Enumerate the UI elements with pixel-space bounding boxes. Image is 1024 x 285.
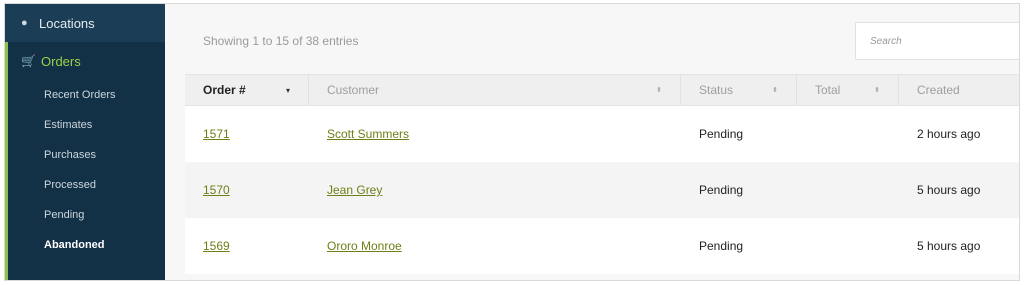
orders-table: Order # ▾ Customer ⬍ Status ⬍ Total ⬍ Cr… [185,74,1019,274]
column-label: Total [815,83,841,97]
sort-desc-icon: ▾ [285,85,290,95]
created-cell: 5 hours ago [917,239,981,253]
sort-icon: ⬍ [874,87,880,94]
table-row: 1571 Scott Summers Pending 2 hours ago [185,106,1019,162]
main-content: Showing 1 to 15 of 38 entries Search Ord… [165,4,1019,280]
created-cell: 5 hours ago [917,183,981,197]
sidebar-item-purchases[interactable]: Purchases [8,140,165,170]
status-cell: Pending [699,183,744,197]
column-header-order[interactable]: Order # ▾ [185,75,309,105]
order-link[interactable]: 1571 [203,127,230,141]
sidebar-item-recent-orders[interactable]: Recent Orders [8,80,165,110]
order-link[interactable]: 1570 [203,183,230,197]
status-cell: Pending [699,239,744,253]
status-cell: Pending [699,127,744,141]
sidebar-item-pending[interactable]: Pending [8,200,165,230]
column-label: Customer [327,83,380,97]
column-header-customer[interactable]: Customer ⬍ [309,75,681,105]
table-row: 1569 Ororo Monroe Pending 5 hours ago [185,218,1019,274]
sidebar-item-orders[interactable]: 🛒 Orders [8,42,165,80]
sort-icon: ⬍ [656,87,662,94]
cart-icon: 🛒 [21,54,36,68]
table-row: 1570 Jean Grey Pending 5 hours ago [185,162,1019,218]
map-marker-icon: ● [21,17,28,29]
column-header-total[interactable]: Total ⬍ [797,75,899,105]
column-label: Order # [203,83,246,97]
sidebar-item-estimates[interactable]: Estimates [8,110,165,140]
sidebar: ● Locations 🛒 Orders Recent Orders Estim… [5,4,165,280]
sidebar-item-label: Orders [41,53,81,69]
sidebar-group-orders: 🛒 Orders Recent Orders Estimates Purchas… [5,42,165,280]
app-frame: ● Locations 🛒 Orders Recent Orders Estim… [4,3,1020,281]
order-link[interactable]: 1569 [203,239,230,253]
search-input[interactable]: Search [855,22,1019,60]
column-label: Created [917,83,960,97]
sidebar-item-label: Locations [39,15,95,31]
customer-link[interactable]: Ororo Monroe [327,239,402,253]
sort-icon: ⬍ [772,87,778,94]
entries-info: Showing 1 to 15 of 38 entries [203,34,359,48]
table-header: Order # ▾ Customer ⬍ Status ⬍ Total ⬍ Cr… [185,74,1019,106]
sidebar-item-processed[interactable]: Processed [8,170,165,200]
column-header-status[interactable]: Status ⬍ [681,75,797,105]
created-cell: 2 hours ago [917,127,981,141]
search-placeholder: Search [870,35,902,47]
column-header-created[interactable]: Created [899,75,1019,105]
sidebar-item-abandoned[interactable]: Abandoned [8,230,165,260]
customer-link[interactable]: Scott Summers [327,127,409,141]
column-label: Status [699,83,734,97]
sidebar-item-locations[interactable]: ● Locations [5,4,165,42]
customer-link[interactable]: Jean Grey [327,183,382,197]
